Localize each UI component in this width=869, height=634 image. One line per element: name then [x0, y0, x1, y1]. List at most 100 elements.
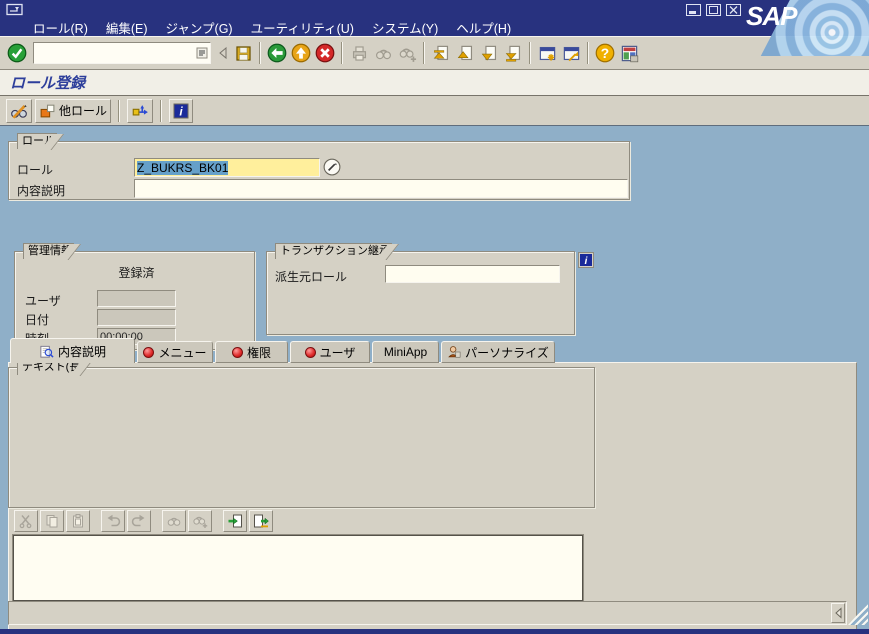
find-button[interactable]: [371, 41, 395, 65]
role-groupbox: ロール ロール Z_BUKRS_BK01 内容説明: [8, 133, 630, 200]
tab-description[interactable]: 内容説明: [10, 338, 135, 363]
user-field: [97, 290, 176, 307]
editor-export-button[interactable]: [249, 510, 273, 532]
window-bottom-edge: [0, 629, 869, 634]
person-icon: [448, 346, 461, 358]
svg-text:?: ?: [601, 46, 609, 61]
back-button[interactable]: [265, 41, 289, 65]
tab-menu[interactable]: メニュー: [137, 341, 213, 363]
status-expand-button[interactable]: [831, 603, 845, 623]
inheritance-info-button[interactable]: i: [578, 252, 594, 268]
description-input[interactable]: [134, 179, 628, 198]
editor-undo-button[interactable]: [101, 510, 125, 532]
transaction-inheritance-legend: トランザクション継承: [275, 243, 392, 259]
minimize-button[interactable]: [686, 4, 701, 16]
find-next-button[interactable]: [395, 41, 419, 65]
separator: [118, 99, 121, 122]
long-text-editor-frame: [13, 535, 583, 601]
info-icon: i: [578, 252, 594, 268]
where-used-button[interactable]: [127, 98, 154, 123]
customize-layout-button[interactable]: [617, 41, 641, 65]
sap-logo-text: SAP: [746, 1, 797, 31]
date-field: [97, 309, 176, 326]
menu-item-help[interactable]: ヘルプ(H): [447, 17, 520, 38]
red-led-icon: [304, 346, 316, 358]
user-row-label: ユーザ: [25, 294, 61, 308]
role-input[interactable]: Z_BUKRS_BK01: [134, 158, 320, 177]
window-controls: [686, 4, 741, 16]
separator: [587, 42, 589, 64]
red-led-icon: [143, 346, 155, 358]
red-led-icon: [231, 346, 243, 358]
role-label: ロール: [17, 163, 54, 177]
editor-redo-button[interactable]: [127, 510, 151, 532]
tab-user[interactable]: ユーザ: [290, 341, 370, 363]
display-icon: [40, 345, 54, 358]
admin-info-groupbox: 管理情報 登録済 ユーザ 日付 時刻 00:00:00: [14, 243, 255, 350]
tab-authorizations[interactable]: 権限: [215, 341, 288, 363]
print-button[interactable]: [347, 41, 371, 65]
tab-label: 内容説明: [57, 344, 106, 359]
cancel-button[interactable]: [313, 41, 337, 65]
previous-page-button[interactable]: [453, 41, 477, 65]
menu-item-utilities[interactable]: ユーティリティ(U): [242, 17, 363, 38]
create-shortcut-button[interactable]: [559, 41, 583, 65]
tab-miniapp[interactable]: MiniApp: [372, 341, 439, 363]
menu-item-edit[interactable]: 編集(E): [97, 17, 157, 38]
separator: [341, 42, 343, 64]
info-button[interactable]: i: [169, 98, 194, 123]
display-change-button[interactable]: [6, 98, 32, 123]
separator: [423, 42, 425, 64]
menu-item-role[interactable]: ロール(R): [24, 17, 97, 38]
command-field-wrap: [33, 42, 211, 64]
exit-button[interactable]: [289, 41, 313, 65]
help-button[interactable]: ?: [593, 41, 617, 65]
command-history-icon[interactable]: [194, 44, 210, 62]
editor-copy-button[interactable]: [40, 510, 64, 532]
info-icon: i: [173, 103, 189, 118]
maximize-button[interactable]: [706, 4, 721, 16]
first-page-button[interactable]: [429, 41, 453, 65]
matchcode-icon[interactable]: [323, 158, 341, 176]
other-role-label: 他ロール: [59, 104, 108, 118]
description-label: 内容説明: [17, 184, 66, 198]
tab-label: 権限: [246, 345, 271, 360]
tab-personalization[interactable]: パーソナライズ: [441, 341, 555, 363]
other-role-icon: [40, 104, 55, 118]
editor-find-button[interactable]: [162, 510, 186, 532]
date-row-label: 日付: [25, 313, 50, 327]
menu-item-system[interactable]: システム(Y): [363, 17, 447, 38]
sap-logo: SAP: [737, 0, 869, 56]
long-text-editor[interactable]: [14, 536, 582, 600]
collapse-triangle-icon[interactable]: [215, 41, 231, 65]
page-title: ロール登録: [10, 75, 86, 92]
tab-label: ユーザ: [319, 345, 356, 360]
save-button[interactable]: [231, 41, 255, 65]
separator: [160, 99, 163, 122]
command-input[interactable]: [34, 44, 194, 62]
registered-column-header: 登録済: [118, 266, 155, 280]
title-bar: ロール登録: [0, 70, 869, 96]
long-text-groupbox: テキスト(長): [8, 359, 595, 508]
menu-items: ロール(R) 編集(E) ジャンプ(G) ユーティリティ(U) システム(Y) …: [24, 17, 520, 38]
derived-role-input[interactable]: [385, 265, 560, 283]
new-session-button[interactable]: [535, 41, 559, 65]
other-role-button[interactable]: 他ロール: [35, 98, 112, 123]
editor-paste-button[interactable]: [66, 510, 90, 532]
editor-cut-button[interactable]: [14, 510, 38, 532]
system-menu-icon[interactable]: [6, 3, 24, 16]
derived-role-label: 派生元ロール: [275, 270, 348, 284]
menu-item-goto[interactable]: ジャンプ(G): [157, 17, 242, 38]
transaction-inheritance-groupbox: トランザクション継承 派生元ロール: [266, 243, 575, 335]
editor-find-next-button[interactable]: [188, 510, 212, 532]
last-page-button[interactable]: [501, 41, 525, 65]
application-toolbar: 他ロール i: [0, 96, 869, 126]
editor-import-button[interactable]: [223, 510, 247, 532]
content-area: ロール ロール Z_BUKRS_BK01 内容説明 内容説明 メニュー 権限 ユ…: [0, 126, 869, 634]
sap-window: ロール(R) 編集(E) ジャンプ(G) ユーティリティ(U) システム(Y) …: [0, 0, 869, 634]
enter-button[interactable]: [5, 41, 29, 65]
tab-strip: 内容説明 メニュー 権限 ユーザ MiniApp パーソナライズ: [10, 338, 555, 363]
next-page-button[interactable]: [477, 41, 501, 65]
tab-label: メニュー: [158, 345, 207, 360]
display-change-icon: [11, 104, 27, 119]
